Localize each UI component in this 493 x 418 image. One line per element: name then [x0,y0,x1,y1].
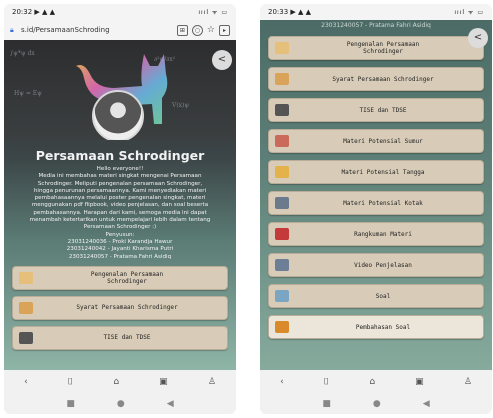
intro-line: 23031240042 - Jayanti Kharisma Putri [66,246,174,253]
home-icon[interactable]: ⌂ [113,377,119,387]
menu-button-label: Materi Potensial Kotak [343,199,423,207]
right-phone-screen: 20:33 ▶ ▲ ▲ ıııl ᯤ ▭ 23031240057 - Prata… [260,4,492,414]
left-phone-screen: 20:32 ▶ ▲ ▲ ıııl ᯤ ▭ 🔒︎ s.id/PersamaanSc… [4,4,236,414]
intro-line: Schrodinger. Meliputi pengenalan persama… [37,180,203,187]
status-indicators: ıııl ᯤ ▭ [198,9,228,16]
summary-icon [275,228,289,240]
poster-icon [275,42,289,54]
menu-button[interactable]: Materi Potensial Sumur [268,129,484,153]
menu-button-label: Pengenalan Persamaan Schrodinger [90,270,164,285]
tab-switcher-icon[interactable]: ▸ [219,24,230,36]
intro-line: pembahasaannya melalui poster pengenalan… [34,195,206,202]
quiz-icon [275,290,289,302]
menu-button[interactable]: TISE dan TDSE [268,98,484,122]
browser-nav-bar: ‹ ⌷ ⌂ ▣ ♙ [4,370,236,394]
discussion-icon [275,321,289,333]
author-line: 23031240057 - Pratama Fahri Asidiq [321,22,431,29]
status-time-right: 20:33 ▶ ▲ ▲ [268,8,312,16]
system-nav-bar: ■ ● ◀ [4,394,236,414]
system-home-icon[interactable]: ● [117,399,125,409]
tabs-icon[interactable]: ▣ [159,377,168,387]
system-nav-bar: ■ ● ◀ [260,394,492,414]
site-page: ∫ψ*ψ dx ∂²ψ/∂x² Ĥψ = Eψ V(x)ψ < Persamaa… [4,40,236,370]
menu-button-label: TISE dan TDSE [103,334,151,342]
menu-button[interactable]: Pembahasan Soal [268,315,484,339]
share-icon[interactable]: < [468,28,488,48]
bookmark-star-icon[interactable]: ☆ [207,25,215,35]
menu-button[interactable]: Pengenalan Persamaan Schrodinger [268,36,484,60]
right-menu-list: Pengenalan Persamaan Schrodinger Syarat P… [260,32,492,339]
status-bar: 20:33 ▶ ▲ ▲ ıııl ᯤ ▭ [260,4,492,20]
book-icon [19,301,33,314]
recent-apps-icon[interactable]: ■ [66,399,75,409]
back-nav-icon[interactable]: ‹ [24,377,28,387]
intro-line: menambah ketertarikan untuk mempelajari … [29,217,211,224]
intro-line: Media ini membahas materi singkat mengen… [38,173,202,180]
schrodinger-portrait [92,90,144,140]
menu-button-label: TISE dan TDSE [359,106,407,114]
browser-nav-bar: ‹ ⌷ ⌂ ▣ ♙ [260,370,492,394]
menu-button[interactable]: Video Penjelasan [268,253,484,277]
menu-button-label: Syarat Persamaan Schrodinger [332,75,434,83]
poster-icon [19,271,33,284]
menu-button[interactable]: Syarat Persamaan Schrodinger [268,67,484,91]
menu-button-label: Syarat Persamaan Schrodinger [76,304,178,312]
browser-url-bar[interactable]: 🔒︎ s.id/PersamaanSchroding ⊞ ○ ☆ ▸ [4,20,236,40]
status-indicators: ıııl ᯤ ▭ [454,9,484,16]
pen-icon [19,331,33,344]
menu-button[interactable]: Pengenalan Persamaan Schrodinger [12,265,228,290]
intro-line: Penyusun: [105,231,135,238]
menu-button-label: Pengenalan Persamaan Schrodinger [346,41,420,55]
status-bar: 20:32 ▶ ▲ ▲ ıııl ᯤ ▭ [4,4,236,20]
home-icon[interactable]: ⌂ [369,377,375,387]
intro-line: hingga penurunan persamaannya. Kami meny… [33,187,207,194]
left-menu-list: Pengenalan Persamaan Schrodinger Syarat P… [4,261,236,350]
url-text[interactable]: s.id/PersamaanSchroding [21,26,173,34]
menu-button-label: Rangkuman Materi [354,230,412,238]
menu-button-label: Materi Potensial Sumur [343,137,423,145]
bookmarks-icon[interactable]: ⌷ [324,377,329,387]
notebook-icon [275,197,289,209]
profile-icon[interactable]: ♙ [464,377,472,387]
book-icon [275,73,289,85]
menu-button[interactable]: TISE dan TDSE [12,325,228,350]
lock-icon: 🔒︎ [10,26,14,34]
intro-line: 23031240057 - Pratama Fahri Asidiq [68,253,172,260]
share-icon[interactable]: < [212,50,232,70]
menu-button[interactable]: Soal [268,284,484,308]
refresh-icon[interactable]: ○ [191,24,203,36]
back-nav-icon[interactable]: ‹ [280,377,284,387]
folder-icon [275,166,289,178]
slides-icon [275,135,289,147]
bookmarks-icon[interactable]: ⌷ [68,377,73,387]
intro-line: 23031240036 - Proki Karandja Hawur [67,238,173,245]
menu-button-label: Video Penjelasan [354,261,412,269]
menu-button-label: Materi Potensial Tangga [341,168,425,176]
menu-button-label: Pembahasan Soal [355,323,411,331]
video-icon [275,259,289,271]
translate-icon[interactable]: ⊞ [176,24,188,36]
system-back-icon[interactable]: ◀ [167,399,174,409]
menu-button[interactable]: Materi Potensial Kotak [268,191,484,215]
intro-line: Hello everyone!! [96,166,144,172]
intro-line: pembahasannya. Harapan dari kami, semoga… [33,209,207,216]
system-home-icon[interactable]: ● [373,399,381,409]
menu-button[interactable]: Rangkuman Materi [268,222,484,246]
profile-icon[interactable]: ♙ [208,377,216,387]
intro-line: Persamaan Schrodinger :) [83,224,157,231]
recent-apps-icon[interactable]: ■ [322,399,331,409]
intro-line: menggunakan pdf flipbook, video penjelas… [31,202,209,209]
system-back-icon[interactable]: ◀ [423,399,430,409]
hero-banner: ∫ψ*ψ dx ∂²ψ/∂x² Ĥψ = Eψ V(x)ψ < [4,40,236,140]
menu-button[interactable]: Materi Potensial Tangga [268,160,484,184]
tabs-icon[interactable]: ▣ [415,377,424,387]
pen-icon [275,104,289,116]
menu-button-label: Soal [375,292,391,300]
menu-button[interactable]: Syarat Persamaan Schrodinger [12,295,228,320]
intro-text: Hello everyone!! Media ini membahas mater… [4,163,236,261]
page-title: Persamaan Schrodinger [35,148,205,163]
status-time-left: 20:32 ▶ ▲ ▲ [12,8,56,16]
site-page-scrolled: 23031240057 - Pratama Fahri Asidiq < Pen… [260,20,492,370]
